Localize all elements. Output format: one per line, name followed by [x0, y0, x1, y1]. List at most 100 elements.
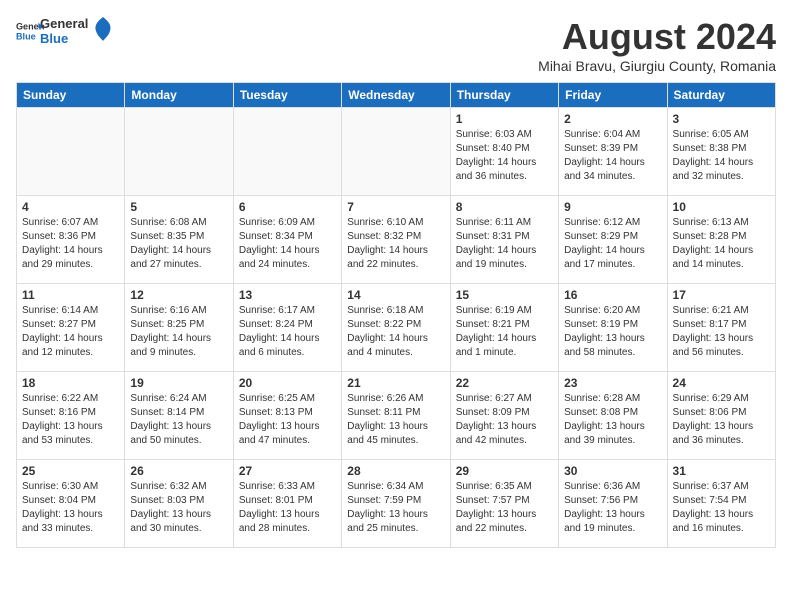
day-number: 28 — [347, 464, 444, 478]
day-info: Sunrise: 6:26 AM Sunset: 8:11 PM Dayligh… — [347, 392, 444, 448]
day-number: 21 — [347, 376, 444, 390]
calendar-cell: 23 Sunrise: 6:28 AM Sunset: 8:08 PM Dayli… — [559, 372, 667, 460]
calendar-cell: 4 Sunrise: 6:07 AM Sunset: 8:36 PM Daylig… — [17, 196, 125, 284]
day-info: Sunrise: 6:08 AM Sunset: 8:35 PM Dayligh… — [130, 216, 227, 272]
calendar-cell: 20 Sunrise: 6:25 AM Sunset: 8:13 PM Dayli… — [233, 372, 341, 460]
calendar-cell: 22Sunrise: 6:27 AM Sunset: 8:09 PM Dayli… — [450, 372, 558, 460]
day-number: 1 — [456, 112, 553, 126]
day-number: 12 — [130, 288, 227, 302]
day-info: Sunrise: 6:21 AM Sunset: 8:17 PM Dayligh… — [673, 304, 770, 360]
day-info: Sunrise: 6:19 AM Sunset: 8:21 PM Dayligh… — [456, 304, 553, 360]
calendar-week-row: 4 Sunrise: 6:07 AM Sunset: 8:36 PM Daylig… — [17, 196, 776, 284]
calendar-body: 1 Sunrise: 6:03 AM Sunset: 8:40 PM Daylig… — [17, 108, 776, 548]
day-info: Sunrise: 6:29 AM Sunset: 8:06 PM Dayligh… — [673, 392, 770, 448]
calendar-day-header: Monday — [125, 83, 233, 108]
day-number: 25 — [22, 464, 119, 478]
calendar-cell: 21 Sunrise: 6:26 AM Sunset: 8:11 PM Dayli… — [342, 372, 450, 460]
calendar-day-header: Wednesday — [342, 83, 450, 108]
calendar-cell: 26 Sunrise: 6:32 AM Sunset: 8:03 PM Dayli… — [125, 460, 233, 548]
day-info: Sunrise: 6:37 AM Sunset: 7:54 PM Dayligh… — [673, 480, 770, 536]
day-info: Sunrise: 6:07 AM Sunset: 8:36 PM Dayligh… — [22, 216, 119, 272]
calendar-cell: 7 Sunrise: 6:10 AM Sunset: 8:32 PM Daylig… — [342, 196, 450, 284]
calendar-cell: 13Sunrise: 6:17 AM Sunset: 8:24 PM Dayli… — [233, 284, 341, 372]
calendar-week-row: 11 Sunrise: 6:14 AM Sunset: 8:27 PM Dayli… — [17, 284, 776, 372]
day-info: Sunrise: 6:09 AM Sunset: 8:34 PM Dayligh… — [239, 216, 336, 272]
day-number: 15 — [456, 288, 553, 302]
calendar-cell: 2 Sunrise: 6:04 AM Sunset: 8:39 PM Daylig… — [559, 108, 667, 196]
day-info: Sunrise: 6:12 AM Sunset: 8:29 PM Dayligh… — [564, 216, 661, 272]
day-info: Sunrise: 6:05 AM Sunset: 8:38 PM Dayligh… — [673, 128, 770, 184]
calendar-cell: 28 Sunrise: 6:34 AM Sunset: 7:59 PM Dayli… — [342, 460, 450, 548]
day-number: 19 — [130, 376, 227, 390]
calendar-day-header: Friday — [559, 83, 667, 108]
day-number: 10 — [673, 200, 770, 214]
day-number: 14 — [347, 288, 444, 302]
day-info: Sunrise: 6:22 AM Sunset: 8:16 PM Dayligh… — [22, 392, 119, 448]
month-title: August 2024 — [538, 16, 776, 58]
day-number: 4 — [22, 200, 119, 214]
logo: General Blue General Blue — [16, 16, 112, 46]
day-info: Sunrise: 6:10 AM Sunset: 8:32 PM Dayligh… — [347, 216, 444, 272]
day-info: Sunrise: 6:32 AM Sunset: 8:03 PM Dayligh… — [130, 480, 227, 536]
day-number: 5 — [130, 200, 227, 214]
day-info: Sunrise: 6:20 AM Sunset: 8:19 PM Dayligh… — [564, 304, 661, 360]
calendar-cell: 1 Sunrise: 6:03 AM Sunset: 8:40 PM Daylig… — [450, 108, 558, 196]
day-number: 11 — [22, 288, 119, 302]
day-number: 9 — [564, 200, 661, 214]
day-info: Sunrise: 6:33 AM Sunset: 8:01 PM Dayligh… — [239, 480, 336, 536]
calendar-cell: 10 Sunrise: 6:13 AM Sunset: 8:28 PM Dayli… — [667, 196, 775, 284]
day-number: 16 — [564, 288, 661, 302]
day-info: Sunrise: 6:35 AM Sunset: 7:57 PM Dayligh… — [456, 480, 553, 536]
day-info: Sunrise: 6:16 AM Sunset: 8:25 PM Dayligh… — [130, 304, 227, 360]
day-info: Sunrise: 6:18 AM Sunset: 8:22 PM Dayligh… — [347, 304, 444, 360]
day-number: 26 — [130, 464, 227, 478]
calendar-cell: 17 Sunrise: 6:21 AM Sunset: 8:17 PM Dayli… — [667, 284, 775, 372]
day-number: 17 — [673, 288, 770, 302]
calendar-cell: 24Sunrise: 6:29 AM Sunset: 8:06 PM Dayli… — [667, 372, 775, 460]
day-number: 23 — [564, 376, 661, 390]
calendar-cell: 31 Sunrise: 6:37 AM Sunset: 7:54 PM Dayli… — [667, 460, 775, 548]
day-info: Sunrise: 6:14 AM Sunset: 8:27 PM Dayligh… — [22, 304, 119, 360]
day-number: 7 — [347, 200, 444, 214]
logo-wave-icon — [94, 17, 112, 41]
svg-text:Blue: Blue — [16, 31, 36, 41]
title-block: August 2024 Mihai Bravu, Giurgiu County,… — [538, 16, 776, 74]
day-number: 20 — [239, 376, 336, 390]
day-number: 3 — [673, 112, 770, 126]
calendar-cell: 30Sunrise: 6:36 AM Sunset: 7:56 PM Dayli… — [559, 460, 667, 548]
logo-general: General — [40, 16, 88, 31]
day-info: Sunrise: 6:27 AM Sunset: 8:09 PM Dayligh… — [456, 392, 553, 448]
day-info: Sunrise: 6:34 AM Sunset: 7:59 PM Dayligh… — [347, 480, 444, 536]
day-number: 2 — [564, 112, 661, 126]
logo-blue: Blue — [40, 31, 88, 46]
day-number: 31 — [673, 464, 770, 478]
location: Mihai Bravu, Giurgiu County, Romania — [538, 58, 776, 74]
day-info: Sunrise: 6:28 AM Sunset: 8:08 PM Dayligh… — [564, 392, 661, 448]
calendar-cell: 27 Sunrise: 6:33 AM Sunset: 8:01 PM Dayli… — [233, 460, 341, 548]
calendar-cell: 8Sunrise: 6:11 AM Sunset: 8:31 PM Daylig… — [450, 196, 558, 284]
day-number: 18 — [22, 376, 119, 390]
calendar-cell: 18 Sunrise: 6:22 AM Sunset: 8:16 PM Dayli… — [17, 372, 125, 460]
calendar-day-header: Tuesday — [233, 83, 341, 108]
day-info: Sunrise: 6:25 AM Sunset: 8:13 PM Dayligh… — [239, 392, 336, 448]
calendar-week-row: 25Sunrise: 6:30 AM Sunset: 8:04 PM Dayli… — [17, 460, 776, 548]
calendar-day-header: Thursday — [450, 83, 558, 108]
calendar-week-row: 1 Sunrise: 6:03 AM Sunset: 8:40 PM Daylig… — [17, 108, 776, 196]
day-info: Sunrise: 6:04 AM Sunset: 8:39 PM Dayligh… — [564, 128, 661, 184]
calendar-cell: 25Sunrise: 6:30 AM Sunset: 8:04 PM Dayli… — [17, 460, 125, 548]
calendar-cell: 3 Sunrise: 6:05 AM Sunset: 8:38 PM Daylig… — [667, 108, 775, 196]
day-info: Sunrise: 6:03 AM Sunset: 8:40 PM Dayligh… — [456, 128, 553, 184]
calendar-cell: 5 Sunrise: 6:08 AM Sunset: 8:35 PM Daylig… — [125, 196, 233, 284]
day-info: Sunrise: 6:24 AM Sunset: 8:14 PM Dayligh… — [130, 392, 227, 448]
calendar-cell: 12 Sunrise: 6:16 AM Sunset: 8:25 PM Dayli… — [125, 284, 233, 372]
day-number: 6 — [239, 200, 336, 214]
page-header: General Blue General Blue August 2024 Mi… — [16, 16, 776, 74]
calendar-header-row: SundayMondayTuesdayWednesdayThursdayFrid… — [17, 83, 776, 108]
calendar-table: SundayMondayTuesdayWednesdayThursdayFrid… — [16, 82, 776, 548]
day-info: Sunrise: 6:36 AM Sunset: 7:56 PM Dayligh… — [564, 480, 661, 536]
day-number: 27 — [239, 464, 336, 478]
calendar-cell: 14 Sunrise: 6:18 AM Sunset: 8:22 PM Dayli… — [342, 284, 450, 372]
day-info: Sunrise: 6:13 AM Sunset: 8:28 PM Dayligh… — [673, 216, 770, 272]
day-number: 13 — [239, 288, 336, 302]
calendar-day-header: Sunday — [17, 83, 125, 108]
